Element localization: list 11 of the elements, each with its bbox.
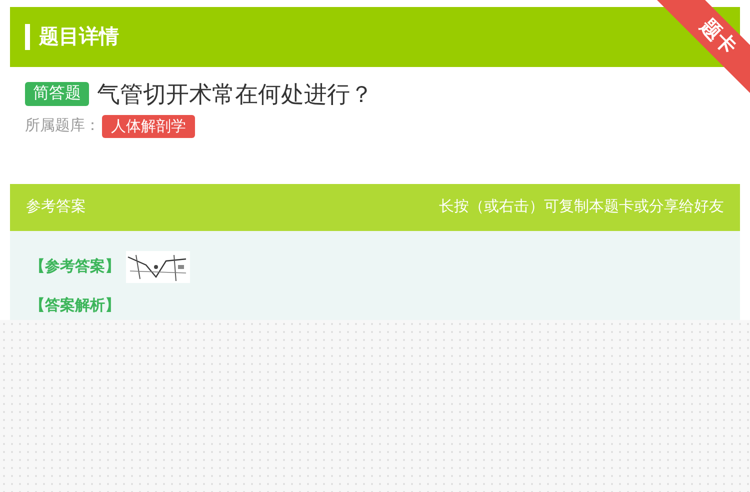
accent-bar — [25, 24, 30, 50]
bank-label: 所属题库： — [25, 116, 100, 136]
header-title: 题目详情 — [39, 24, 119, 50]
analysis-label: 【答案解析】 — [30, 296, 121, 316]
question-type-tag: 简答题 — [25, 82, 89, 106]
bank-tag: 人体解剖学 — [102, 115, 195, 138]
share-hint: 长按（或右击）可复制本题卡或分享给好友 — [439, 197, 724, 218]
answer-label: 【参考答案】 — [30, 256, 120, 277]
question-text: 气管切开术常在何处进行？ — [97, 80, 373, 109]
answer-bar-title: 参考答案 — [26, 197, 86, 218]
ribbon-text: 题卡 — [695, 14, 741, 61]
